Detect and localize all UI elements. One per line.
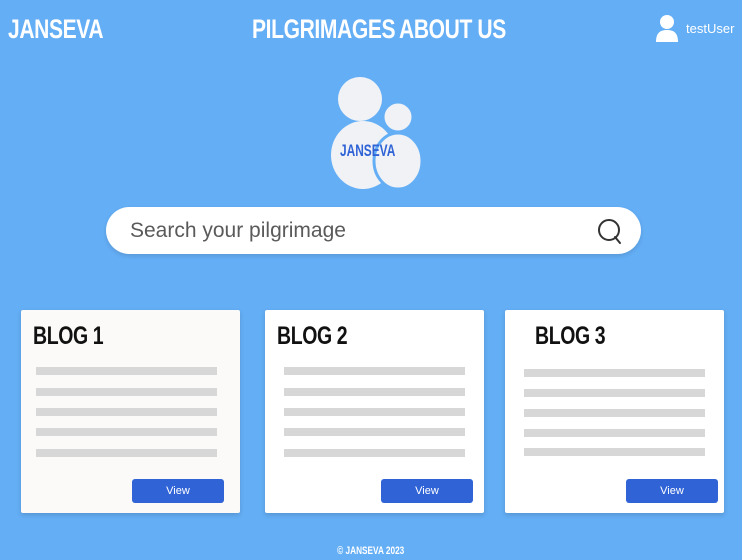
text-placeholder-line: [36, 449, 217, 457]
nav-item-pilgrimages[interactable]: PILGRIMAGES: [252, 14, 396, 45]
brand-logo-text[interactable]: JANSEVA: [8, 14, 104, 45]
text-placeholder-line: [524, 369, 705, 377]
user-name: testUser: [686, 20, 735, 36]
blog-title: BLOG 3: [535, 322, 606, 350]
nav-item-about-us[interactable]: ABOUT US: [399, 14, 506, 45]
main-nav: PILGRIMAGES ABOUT US: [252, 14, 536, 45]
blog-card: BLOG 1 View: [21, 310, 240, 513]
blog-card: BLOG 3 View: [505, 310, 724, 513]
text-placeholder-line: [36, 408, 217, 416]
text-placeholder-line: [36, 388, 217, 396]
view-button[interactable]: View: [381, 479, 473, 503]
logo-text: JANSEVA: [340, 141, 396, 160]
text-placeholder-line: [524, 429, 705, 437]
search-bar: [106, 207, 641, 254]
blog-title: BLOG 2: [277, 322, 348, 350]
view-button[interactable]: View: [626, 479, 718, 503]
footer: © JANSEVA 2023: [0, 541, 742, 559]
text-placeholder-line: [284, 408, 465, 416]
text-placeholder-line: [36, 428, 217, 436]
text-placeholder-line: [284, 449, 465, 457]
text-placeholder-line: [524, 409, 705, 417]
view-button[interactable]: View: [132, 479, 224, 503]
search-icon[interactable]: [597, 218, 623, 246]
text-placeholder-line: [524, 448, 705, 456]
search-input[interactable]: [130, 207, 580, 254]
janseva-logo: JANSEVA: [326, 75, 424, 191]
text-placeholder-line: [284, 388, 465, 396]
blog-title: BLOG 1: [33, 322, 104, 350]
text-placeholder-line: [284, 367, 465, 375]
text-placeholder-line: [36, 367, 217, 375]
blog-card: BLOG 2 View: [265, 310, 484, 513]
footer-copyright: © JANSEVA 2023: [337, 545, 405, 557]
user-menu[interactable]: testUser: [655, 14, 734, 42]
text-placeholder-line: [284, 428, 465, 436]
user-icon: [656, 15, 678, 42]
text-placeholder-line: [524, 389, 705, 397]
